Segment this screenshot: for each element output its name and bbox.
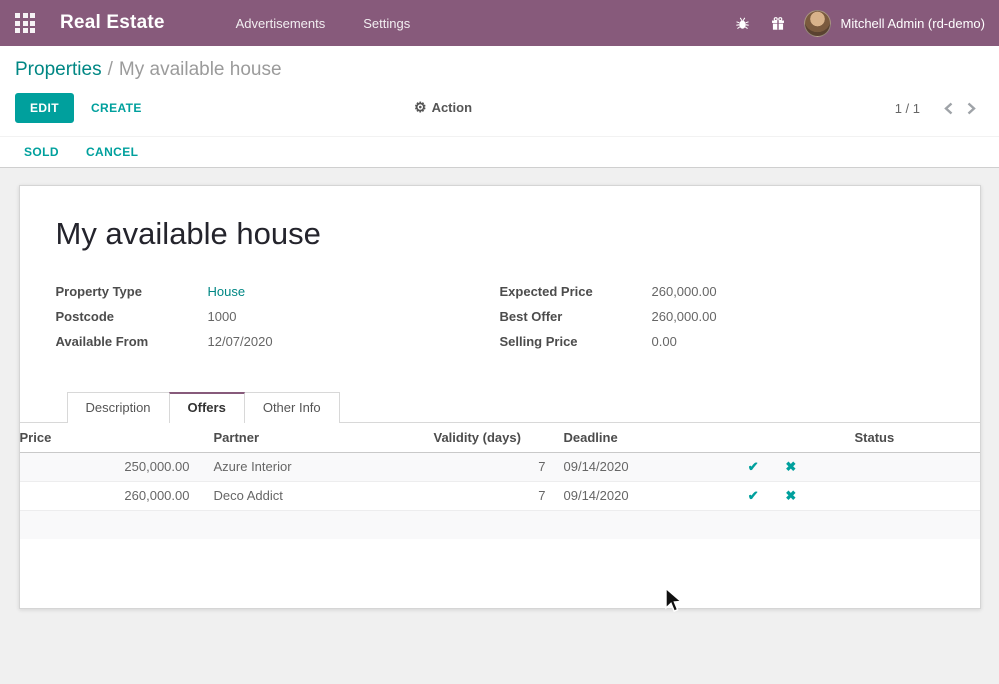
offer-partner[interactable]: Deco Addict: [200, 481, 434, 510]
field-value-expected-price: 260,000.00: [652, 284, 717, 299]
column-header-partner[interactable]: Partner: [200, 423, 434, 452]
field-label: Available From: [56, 334, 208, 349]
field-group-right: Expected Price 260,000.00 Best Offer 260…: [500, 284, 944, 359]
breadcrumb-separator: /: [108, 59, 113, 80]
tab-other-info[interactable]: Other Info: [244, 392, 340, 423]
gift-icon[interactable]: [769, 16, 787, 31]
app-brand[interactable]: Real Estate: [60, 12, 165, 34]
form-sheet: My available house Property Type House P…: [19, 185, 981, 609]
pager-next-icon[interactable]: [967, 102, 976, 115]
accept-offer-icon[interactable]: ✔: [745, 488, 761, 504]
field-label: Best Offer: [500, 309, 652, 324]
offers-table: Price Partner Validity (days) Deadline S…: [20, 423, 980, 539]
column-header-actions: [714, 423, 831, 452]
control-panel: Properties / My available house EDIT CREAT…: [0, 46, 999, 136]
offer-partner[interactable]: Azure Interior: [200, 452, 434, 481]
empty-list-stripe: [20, 510, 980, 539]
gear-icon: ⚙: [414, 99, 427, 116]
field-selling-price: Selling Price 0.00: [500, 334, 944, 359]
pager-value: 1 / 1: [895, 101, 920, 116]
field-property-type: Property Type House: [56, 284, 500, 309]
field-label: Postcode: [56, 309, 208, 324]
field-value-best-offer: 260,000.00: [652, 309, 717, 324]
offer-row-deco-addict[interactable]: 260,000.00 Deco Addict 7 09/14/2020 ✔ ✖: [20, 481, 980, 510]
offer-deadline[interactable]: 09/14/2020: [556, 452, 714, 481]
offer-actions: ✔ ✖: [714, 481, 831, 510]
pager: 1 / 1: [895, 101, 984, 116]
offer-actions: ✔ ✖: [714, 452, 831, 481]
field-value-selling-price: 0.00: [652, 334, 677, 349]
breadcrumb: Properties / My available house: [15, 56, 984, 93]
offer-row-azure-interior[interactable]: 250,000.00 Azure Interior 7 09/14/2020 ✔…: [20, 452, 980, 481]
user-avatar[interactable]: [804, 10, 831, 37]
accept-offer-icon[interactable]: ✔: [745, 459, 761, 475]
offer-status: [831, 481, 980, 510]
column-header-status[interactable]: Status: [831, 423, 980, 452]
action-menu-button[interactable]: ⚙ Action: [414, 99, 472, 116]
create-button[interactable]: CREATE: [91, 101, 142, 115]
action-label: Action: [432, 100, 472, 115]
field-value-available-from: 12/07/2020: [208, 334, 273, 349]
field-postcode: Postcode 1000: [56, 309, 500, 334]
field-label: Property Type: [56, 284, 208, 299]
field-best-offer: Best Offer 260,000.00: [500, 309, 944, 334]
field-value-property-type[interactable]: House: [208, 284, 246, 299]
offer-price[interactable]: 260,000.00: [20, 481, 200, 510]
debug-bug-icon[interactable]: [734, 16, 752, 31]
field-label: Selling Price: [500, 334, 652, 349]
tab-strip: Description Offers Other Info: [20, 392, 980, 423]
field-groups: Property Type House Postcode 1000 Availa…: [56, 284, 944, 359]
top-navbar: Real Estate Advertisements Settings Mitc…: [0, 0, 999, 46]
menu-advertisements[interactable]: Advertisements: [217, 0, 345, 46]
breadcrumb-properties[interactable]: Properties: [15, 59, 102, 80]
tab-description[interactable]: Description: [67, 392, 170, 423]
offer-validity[interactable]: 7: [434, 452, 556, 481]
cancel-button[interactable]: CANCEL: [86, 145, 138, 159]
field-label: Expected Price: [500, 284, 652, 299]
column-header-deadline[interactable]: Deadline: [556, 423, 714, 452]
field-expected-price: Expected Price 260,000.00: [500, 284, 944, 309]
offer-validity[interactable]: 7: [434, 481, 556, 510]
record-title: My available house: [56, 216, 944, 252]
sold-button[interactable]: SOLD: [24, 145, 59, 159]
form-statusbar: SOLD CANCEL: [0, 136, 999, 168]
form-view: My available house Property Type House P…: [0, 168, 999, 609]
refuse-offer-icon[interactable]: ✖: [783, 459, 799, 475]
refuse-offer-icon[interactable]: ✖: [783, 488, 799, 504]
column-header-validity[interactable]: Validity (days): [434, 423, 556, 452]
offer-status: [831, 452, 980, 481]
user-menu[interactable]: Mitchell Admin (rd-demo): [841, 16, 986, 31]
pager-previous-icon[interactable]: [944, 102, 953, 115]
field-group-left: Property Type House Postcode 1000 Availa…: [56, 284, 500, 359]
breadcrumb-current: My available house: [119, 59, 282, 80]
offer-deadline[interactable]: 09/14/2020: [556, 481, 714, 510]
tab-offers[interactable]: Offers: [169, 392, 245, 423]
notebook: Description Offers Other Info Price Part…: [20, 392, 980, 539]
edit-button[interactable]: EDIT: [15, 93, 74, 123]
field-value-postcode: 1000: [208, 309, 237, 324]
menu-settings[interactable]: Settings: [344, 0, 429, 46]
offer-price[interactable]: 250,000.00: [20, 452, 200, 481]
control-panel-buttons: EDIT CREATE ⚙ Action 1 / 1: [15, 93, 984, 136]
navbar-right: Mitchell Admin (rd-demo): [734, 10, 986, 37]
field-available-from: Available From 12/07/2020: [56, 334, 500, 359]
navbar-menu: Advertisements Settings: [217, 0, 430, 46]
column-header-price[interactable]: Price: [20, 423, 200, 452]
offers-header-row: Price Partner Validity (days) Deadline S…: [20, 423, 980, 452]
apps-menu-icon[interactable]: [0, 0, 50, 46]
grid-icon: [15, 13, 35, 33]
